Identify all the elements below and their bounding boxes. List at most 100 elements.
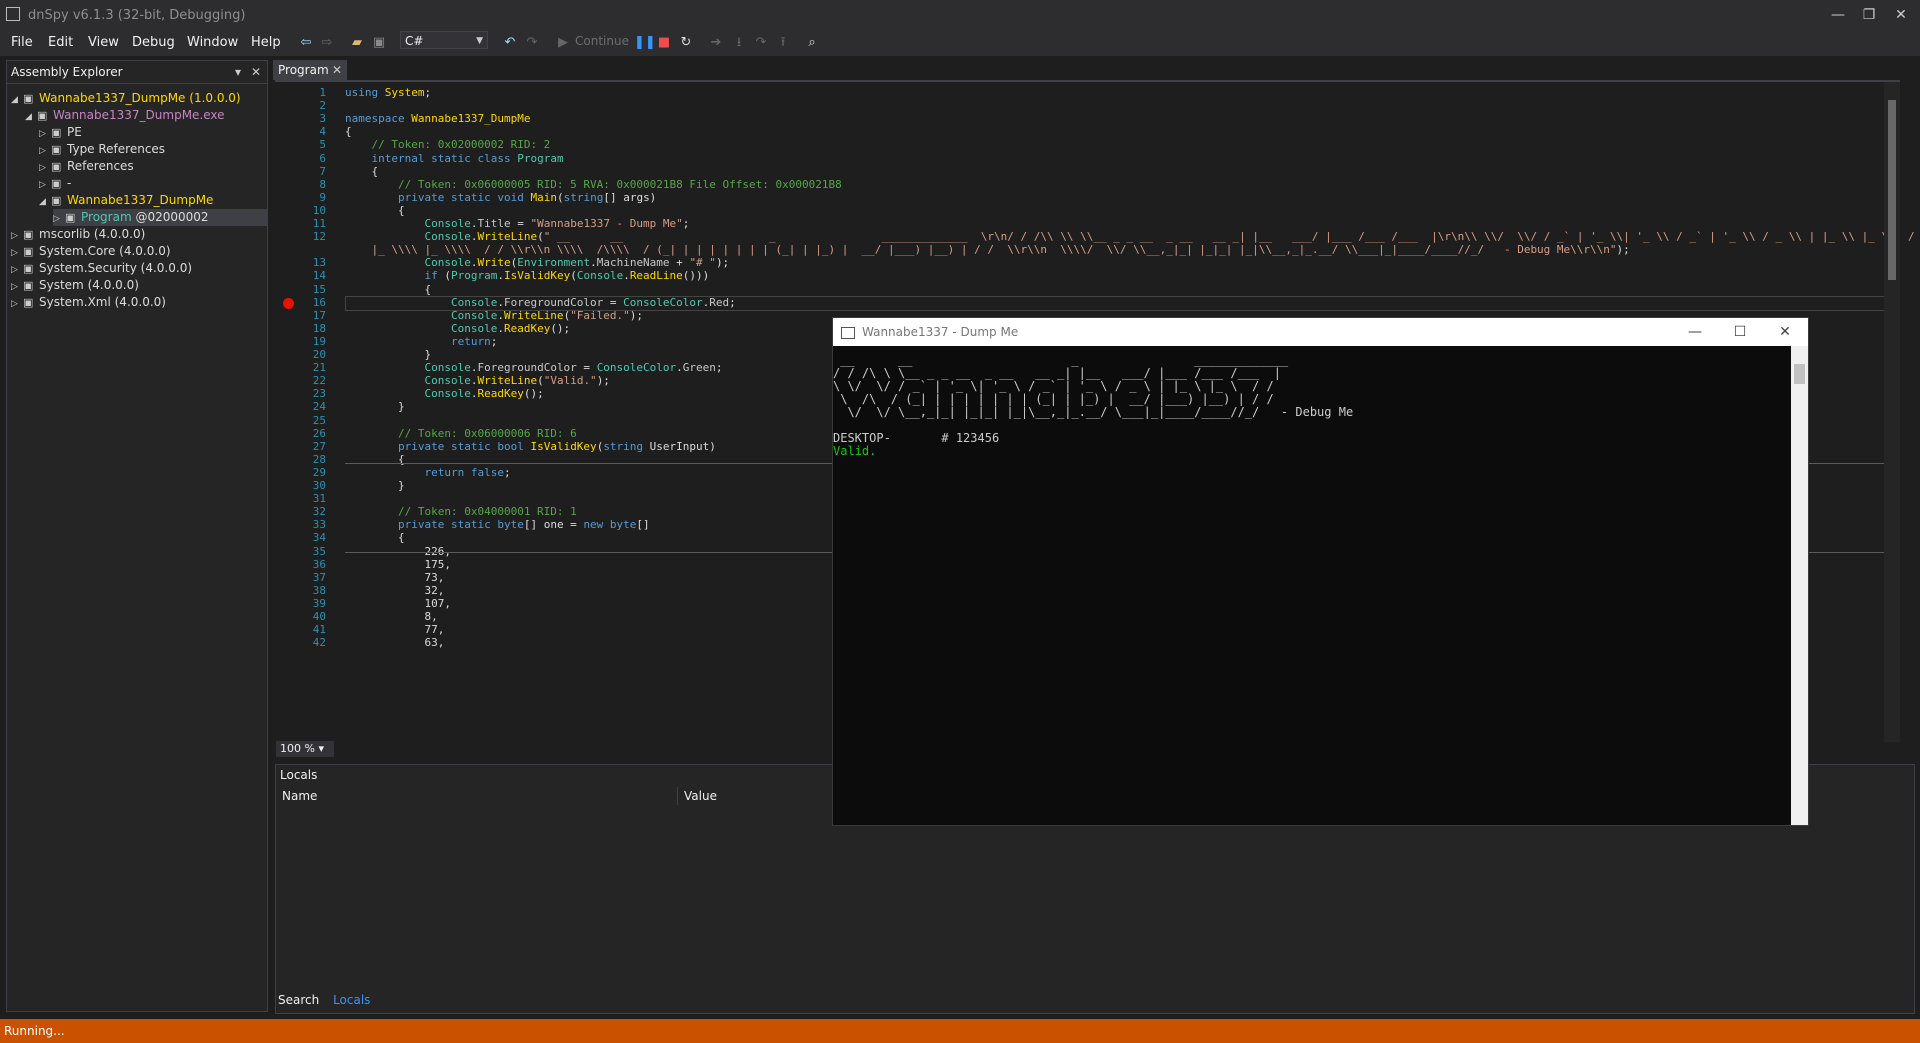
tree-item[interactable]: ▷ ▣ System.Xml (4.0.0.0) [11,294,166,311]
editor-gutter[interactable]: 1 2 3 4 5 6 7 8 9 10 11 12 13 14 15 16 17 18 19 20 21 22 23 24 2… [275,82,326,742]
expander-icon[interactable]: ▷ [11,296,23,313]
menu-window[interactable]: Window [183,33,242,52]
expander-icon[interactable]: ◢ [39,194,51,211]
tree-item-suffix: (4.0.0.0) [136,261,193,275]
tree-item[interactable]: ▷ ▣ References [39,158,134,175]
tree-item[interactable]: ▷ ▣ Type References [39,141,165,158]
menu-view[interactable]: View [84,33,123,52]
close-icon[interactable]: ✕ [332,60,342,80]
save-icon[interactable]: ▣ [371,35,387,51]
tree-item-label: System.Core [39,244,116,258]
stop-icon[interactable]: ■ [656,35,672,51]
continue-icon[interactable]: ▶ [555,35,571,51]
console-scrollbar[interactable] [1791,346,1808,825]
minimize-icon[interactable]: — [1675,318,1715,346]
locals-title: Locals [280,768,318,782]
assembly-icon: ▣ [23,228,34,241]
close-icon[interactable]: ✕ [251,61,261,83]
close-icon[interactable]: ✕ [1886,4,1916,26]
assembly-icon: ▣ [51,126,62,139]
tab-label: Program [278,63,329,77]
console-result: Valid. [833,444,877,458]
step-into-icon[interactable]: ⭳ [731,35,747,51]
chevron-down-icon: ▼ [476,36,483,46]
restart-icon[interactable]: ↻ [678,35,694,51]
console-title: Wannabe1337 - Dump Me [862,325,1019,339]
menu-bar: File Edit View Debug Window Help ⇦ ⇨ ▰ ▣… [0,30,1920,56]
tree-item[interactable]: ◢ ▣ Wannabe1337_DumpMe [39,192,213,209]
tree-item-suffix: @02000002 [131,210,209,224]
tree-item[interactable]: ▷ ▣ - [39,175,71,192]
language-select[interactable]: C# ▼ [400,31,488,49]
line-number: 42 [312,636,326,650]
maximize-icon[interactable]: ☐ [1720,318,1760,346]
tab-locals[interactable]: Locals [333,993,370,1007]
console-window[interactable]: Wannabe1337 - Dump Me — ☐ ✕ __ __ _ ____… [832,317,1809,826]
assembly-icon: ▣ [23,262,34,275]
tree-item[interactable]: ▷ ▣ System.Core (4.0.0.0) [11,243,171,260]
tab-program[interactable]: Program ✕ [273,60,347,80]
tree-item-label: System [39,278,84,292]
console-icon [841,327,855,339]
tree-item[interactable]: ◢ ▣ Wannabe1337_DumpMe (1.0.0.0) [11,90,241,107]
tree-item-label: - [67,176,72,190]
tree-item-suffix: (4.0.0.0) [110,295,166,309]
title-bar: dnSpy v6.1.3 (32-bit, Debugging) — ❐ ✕ [0,0,1920,30]
continue-button[interactable]: Continue [575,34,629,48]
bottom-tabs: Search Locals [278,993,380,1007]
minimize-icon[interactable]: — [1823,4,1853,26]
tree-item-label: References [67,159,134,173]
menu-edit[interactable]: Edit [44,33,77,52]
tree-item-suffix: (1.0.0.0) [185,91,241,105]
column-header-name[interactable]: Name [276,787,678,805]
assembly-icon: ▣ [23,245,34,258]
tree-item-label: Wannabe1337_DumpMe.exe [53,108,225,122]
tree-item-suffix: (4.0.0.0) [83,278,139,292]
assembly-icon: ▣ [51,160,62,173]
scrollbar-thumb[interactable] [1888,100,1896,280]
tree-item-label: mscorlib [39,227,91,241]
tab-search[interactable]: Search [278,993,319,1007]
forward-icon[interactable]: ⇨ [319,35,335,51]
code-line: namespace Wannabe1337_DumpMe [345,112,531,126]
open-folder-icon[interactable]: ▰ [349,35,365,51]
menu-debug[interactable]: Debug [128,33,179,52]
restore-icon[interactable]: ❐ [1854,4,1884,26]
scrollbar-thumb[interactable] [1794,364,1805,384]
tree-item[interactable]: ▷ ▣ Program @02000002 [53,209,267,226]
search-icon[interactable]: ⌕ [804,35,820,51]
breakpoint-icon[interactable] [283,298,294,309]
expander-icon[interactable]: ◢ [11,92,23,109]
tree-item[interactable]: ▷ ▣ System.Security (4.0.0.0) [11,260,192,277]
app-icon [6,7,20,21]
undo-icon[interactable]: ↶ [502,35,518,51]
code-line: } [345,479,405,492]
close-icon[interactable]: ✕ [1765,318,1805,346]
expander-icon[interactable]: ◢ [25,109,37,126]
assembly-explorer-title: Assembly Explorer [11,65,123,79]
console-title-bar: Wannabe1337 - Dump Me — ☐ ✕ [833,318,1808,346]
pause-icon[interactable]: ❚❚ [634,35,656,51]
zoom-select[interactable]: 100 % ▾ [276,741,334,757]
code-line: 63, [345,636,445,650]
menu-help[interactable]: Help [247,33,285,52]
tree-item[interactable]: ▷ ▣ PE [39,124,82,141]
show-next-statement-icon[interactable]: ➔ [708,35,724,51]
code-line: } [345,400,405,414]
assembly-icon: ▣ [65,211,76,224]
step-over-icon[interactable]: ↷ [753,35,769,51]
window-title: dnSpy v6.1.3 (32-bit, Debugging) [28,8,246,23]
back-icon[interactable]: ⇦ [298,35,314,51]
tree-item[interactable]: ◢ ▣ Wannabe1337_DumpMe.exe [25,107,225,124]
tree-item[interactable]: ▷ ▣ System (4.0.0.0) [11,277,139,294]
redo-icon[interactable]: ↷ [524,35,540,51]
vertical-scrollbar[interactable] [1884,82,1900,742]
tree-item-label: Wannabe1337_DumpMe [39,91,186,105]
assembly-icon: ▣ [23,296,34,309]
tree-item[interactable]: ▷ ▣ mscorlib (4.0.0.0) [11,226,145,243]
chevron-down-icon[interactable]: ▾ [235,61,241,83]
tree-item-suffix: (4.0.0.0) [115,244,171,258]
step-out-icon[interactable]: ⭱ [775,35,791,51]
assembly-icon: ▣ [51,177,62,190]
menu-file[interactable]: File [7,33,37,52]
